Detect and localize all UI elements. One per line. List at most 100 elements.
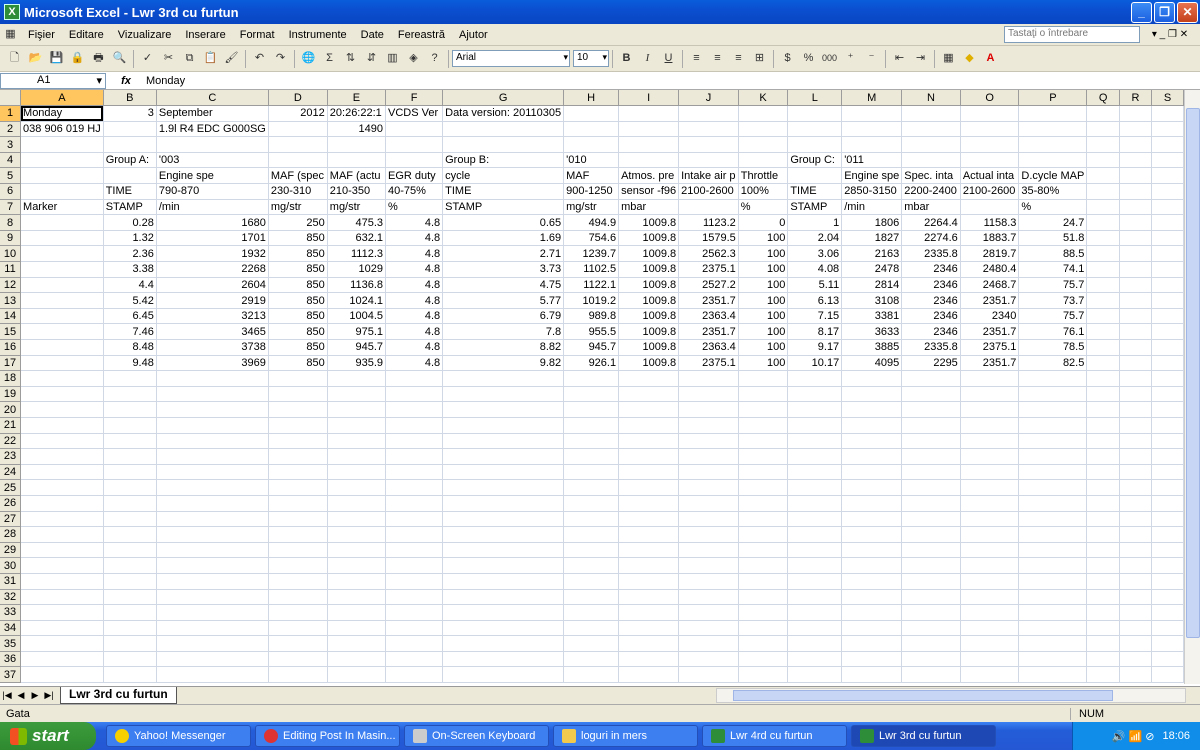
cell[interactable] bbox=[268, 136, 328, 153]
cell[interactable] bbox=[1151, 386, 1184, 403]
column-header[interactable]: J bbox=[678, 90, 739, 107]
cell[interactable] bbox=[787, 557, 843, 574]
decrease-indent-icon[interactable]: ⇤ bbox=[891, 50, 908, 67]
cell[interactable] bbox=[563, 604, 620, 621]
cell[interactable]: 1019.2 bbox=[563, 292, 620, 309]
cell[interactable]: 1029 bbox=[327, 261, 387, 278]
cell[interactable]: 8.82 bbox=[442, 339, 565, 356]
cell[interactable]: 1579.5 bbox=[678, 230, 739, 247]
cell[interactable] bbox=[678, 464, 739, 481]
column-header[interactable]: C bbox=[156, 90, 269, 107]
cell[interactable] bbox=[268, 121, 328, 138]
cell[interactable] bbox=[618, 620, 680, 637]
cell[interactable] bbox=[156, 542, 269, 559]
cell[interactable]: 1 bbox=[787, 214, 843, 231]
cell[interactable] bbox=[960, 526, 1020, 543]
cell[interactable] bbox=[385, 152, 444, 169]
cell[interactable] bbox=[103, 651, 157, 668]
cell[interactable] bbox=[738, 479, 789, 496]
cell[interactable] bbox=[442, 417, 565, 434]
close-button[interactable]: ✕ bbox=[1177, 1, 1198, 23]
cell[interactable] bbox=[385, 542, 444, 559]
cell[interactable] bbox=[960, 511, 1020, 528]
cell[interactable] bbox=[385, 666, 444, 684]
cell[interactable] bbox=[1119, 245, 1153, 263]
cell[interactable] bbox=[1119, 433, 1153, 450]
cell[interactable] bbox=[268, 152, 328, 169]
cell[interactable] bbox=[563, 542, 620, 559]
fx-icon[interactable]: fx bbox=[106, 75, 146, 87]
cell[interactable]: 945.7 bbox=[563, 339, 620, 356]
cell[interactable]: 0.65 bbox=[442, 214, 565, 231]
cell[interactable]: Throttle bbox=[738, 167, 789, 185]
cell[interactable] bbox=[678, 651, 739, 668]
cell[interactable] bbox=[1018, 105, 1088, 122]
cell[interactable] bbox=[787, 401, 843, 418]
cell[interactable] bbox=[1151, 105, 1184, 122]
task-excel-lwr4[interactable]: Lwr 4rd cu furtun bbox=[702, 725, 847, 747]
cell[interactable] bbox=[738, 386, 789, 403]
cell[interactable]: 1932 bbox=[156, 245, 269, 263]
cell[interactable] bbox=[20, 433, 104, 450]
cell[interactable] bbox=[563, 495, 620, 512]
cell[interactable] bbox=[1119, 495, 1153, 512]
cell[interactable]: % bbox=[1018, 199, 1088, 216]
cell[interactable] bbox=[1086, 479, 1120, 496]
cell[interactable]: 4.8 bbox=[385, 308, 444, 325]
cell[interactable]: 1112.3 bbox=[327, 245, 387, 263]
cell[interactable]: TIME bbox=[787, 183, 843, 200]
autosum-icon[interactable]: Σ bbox=[321, 50, 338, 67]
cell[interactable] bbox=[960, 121, 1020, 138]
cell[interactable] bbox=[1119, 152, 1153, 169]
row-header[interactable]: 22 bbox=[0, 433, 22, 450]
cell[interactable] bbox=[1018, 542, 1088, 559]
cell[interactable] bbox=[563, 479, 620, 496]
cell[interactable] bbox=[563, 136, 620, 153]
cell[interactable]: Group B: bbox=[442, 152, 565, 169]
cell[interactable] bbox=[841, 635, 903, 652]
row-header[interactable]: 1 bbox=[0, 105, 22, 122]
cell[interactable] bbox=[563, 557, 620, 574]
cell[interactable]: 1239.7 bbox=[563, 245, 620, 263]
cell[interactable]: September bbox=[156, 105, 269, 122]
cell[interactable] bbox=[442, 464, 565, 481]
cell[interactable] bbox=[901, 589, 961, 606]
cell[interactable] bbox=[563, 526, 620, 543]
cell[interactable] bbox=[901, 557, 961, 574]
cell[interactable] bbox=[618, 433, 680, 450]
cell[interactable] bbox=[841, 542, 903, 559]
cell[interactable] bbox=[738, 666, 789, 684]
cell[interactable]: 2335.8 bbox=[901, 245, 961, 263]
cell[interactable] bbox=[1119, 183, 1153, 200]
column-header[interactable]: H bbox=[563, 90, 620, 107]
cell[interactable]: 210-350 bbox=[327, 183, 387, 200]
formula-input[interactable]: Monday bbox=[146, 75, 1200, 87]
cell[interactable] bbox=[960, 199, 1020, 216]
cell[interactable] bbox=[1151, 511, 1184, 528]
cell[interactable] bbox=[442, 589, 565, 606]
cell[interactable]: 24.7 bbox=[1018, 214, 1088, 231]
cell[interactable] bbox=[960, 573, 1020, 590]
cell[interactable] bbox=[1119, 542, 1153, 559]
cell[interactable] bbox=[1086, 355, 1120, 372]
cell[interactable] bbox=[385, 511, 444, 528]
cell[interactable] bbox=[1086, 495, 1120, 512]
cell[interactable] bbox=[901, 542, 961, 559]
cell[interactable] bbox=[327, 386, 387, 403]
cell[interactable] bbox=[1151, 542, 1184, 559]
cell[interactable] bbox=[678, 589, 739, 606]
cell[interactable] bbox=[618, 573, 680, 590]
cell[interactable] bbox=[1086, 464, 1120, 481]
row-header[interactable]: 30 bbox=[0, 557, 22, 574]
cell[interactable] bbox=[960, 604, 1020, 621]
cell[interactable] bbox=[156, 136, 269, 153]
cell[interactable]: 2478 bbox=[841, 261, 903, 278]
cell[interactable] bbox=[841, 620, 903, 637]
cell[interactable]: Group C: bbox=[787, 152, 843, 169]
cell[interactable]: 76.1 bbox=[1018, 323, 1088, 340]
cell[interactable] bbox=[1119, 448, 1153, 465]
cell[interactable] bbox=[385, 635, 444, 652]
cell[interactable]: 2375.1 bbox=[678, 355, 739, 372]
cell[interactable] bbox=[442, 136, 565, 153]
row-header[interactable]: 16 bbox=[0, 339, 22, 356]
